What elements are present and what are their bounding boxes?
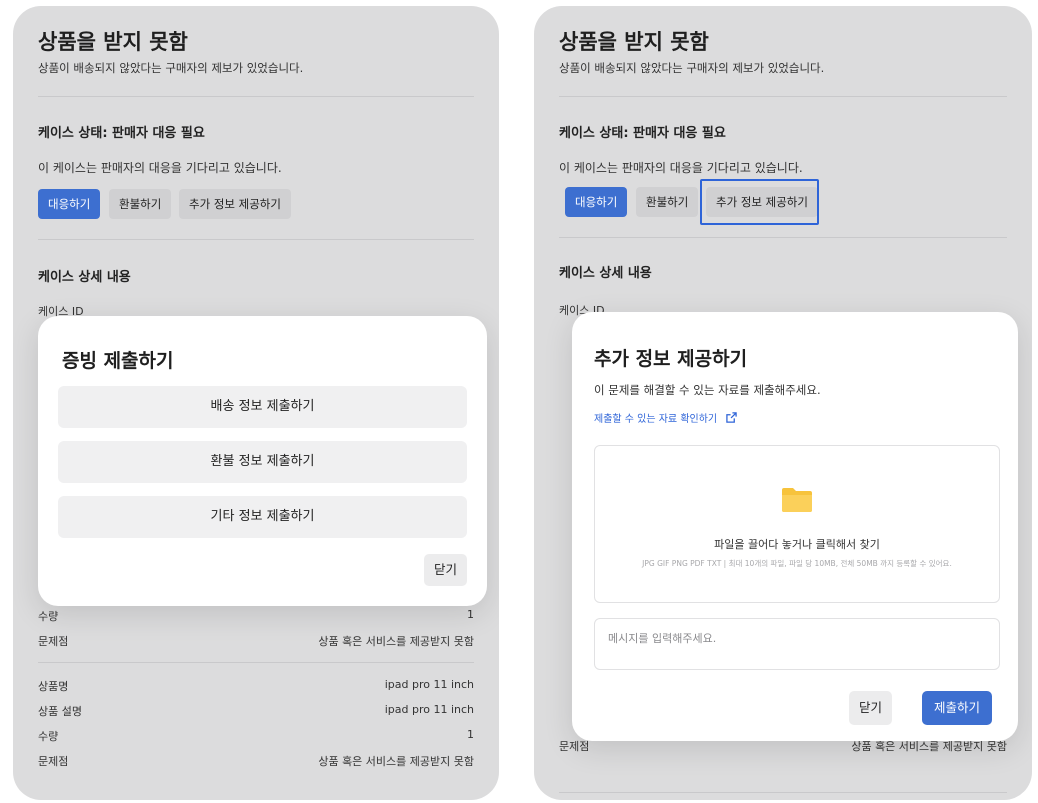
divider: [38, 239, 474, 240]
case-status-text: 이 케이스는 판매자의 대응을 기다리고 있습니다.: [559, 161, 803, 175]
submit-refund-info-button[interactable]: 환불 정보 제출하기: [58, 441, 467, 483]
page-subtitle: 상품이 배송되지 않았다는 구매자의 제보가 있었습니다.: [38, 61, 304, 75]
detail-row: 수량 1: [38, 608, 474, 624]
more-info-button[interactable]: 추가 정보 제공하기: [179, 189, 291, 219]
divider: [559, 96, 1007, 97]
message-placeholder: 메시지를 입력해주세요.: [608, 632, 717, 645]
detail-value: 상품 혹은 서비스를 제공받지 못함: [318, 635, 474, 648]
detail-label: 문제점: [559, 740, 590, 753]
refund-button[interactable]: 환불하기: [109, 189, 172, 219]
page-title: 상품을 받지 못함: [559, 30, 709, 54]
divider: [38, 96, 474, 97]
detail-row: 상품명 ipad pro 11 inch: [38, 678, 474, 694]
dropzone-hint: JPG GIF PNG PDF TXT | 최대 10개의 파일, 파일 당 1…: [642, 559, 952, 568]
case-details-heading: 케이스 상세 내용: [38, 270, 131, 285]
page-subtitle: 상품이 배송되지 않았다는 구매자의 제보가 있었습니다.: [559, 61, 825, 75]
dropzone-label: 파일을 끌어다 놓거나 클릭해서 찾기: [714, 538, 880, 551]
detail-label: 문제점: [38, 635, 69, 648]
additional-info-modal: 추가 정보 제공하기 이 문제를 해결할 수 있는 자료를 제출해주세요. 제출…: [572, 312, 1018, 741]
detail-row: 문제점 상품 혹은 서비스를 제공받지 못함: [38, 633, 474, 649]
left-case-panel: 상품을 받지 못함 상품이 배송되지 않았다는 구매자의 제보가 있었습니다. …: [13, 6, 499, 800]
submittable-materials-link[interactable]: 제출할 수 있는 자료 확인하기: [594, 410, 738, 425]
page-title: 상품을 받지 못함: [38, 30, 188, 54]
detail-label: 상품 설명: [38, 705, 82, 718]
external-link-icon: [726, 412, 738, 423]
submit-other-info-button[interactable]: 기타 정보 제출하기: [58, 496, 467, 538]
detail-label: 수량: [38, 730, 59, 743]
respond-button[interactable]: 대응하기: [565, 187, 628, 217]
selected-button-highlight: [700, 179, 819, 225]
divider: [38, 662, 474, 663]
case-status-text: 이 케이스는 판매자의 대응을 기다리고 있습니다.: [38, 161, 282, 175]
modal-description: 이 문제를 해결할 수 있는 자료를 제출해주세요.: [594, 383, 821, 397]
detail-value: 1: [467, 608, 474, 621]
divider: [559, 792, 1007, 793]
case-details-heading: 케이스 상세 내용: [559, 266, 652, 281]
link-label: 제출할 수 있는 자료 확인하기: [594, 414, 718, 425]
detail-value: ipad pro 11 inch: [384, 703, 474, 716]
case-status-heading: 케이스 상태: 판매자 대응 필요: [559, 126, 726, 141]
respond-button[interactable]: 대응하기: [38, 189, 101, 219]
right-case-panel: 상품을 받지 못함 상품이 배송되지 않았다는 구매자의 제보가 있었습니다. …: [534, 6, 1032, 800]
detail-label: 상품명: [38, 680, 69, 693]
detail-label: 문제점: [38, 755, 69, 768]
refund-button[interactable]: 환불하기: [636, 187, 699, 217]
file-dropzone[interactable]: 파일을 끌어다 놓거나 클릭해서 찾기 JPG GIF PNG PDF TXT …: [594, 445, 1000, 603]
submit-shipping-info-button[interactable]: 배송 정보 제출하기: [58, 386, 467, 428]
case-status-heading: 케이스 상태: 판매자 대응 필요: [38, 126, 205, 141]
detail-row: 상품 설명 ipad pro 11 inch: [38, 703, 474, 719]
divider: [559, 237, 1007, 238]
detail-row: 수량 1: [38, 728, 474, 744]
detail-value: ipad pro 11 inch: [384, 678, 474, 691]
detail-value: 상품 혹은 서비스를 제공받지 못함: [318, 755, 474, 768]
modal-title: 증빙 제출하기: [62, 350, 174, 372]
close-button[interactable]: 닫기: [849, 691, 893, 725]
submit-button[interactable]: 제출하기: [922, 691, 993, 725]
detail-row: 문제점 상품 혹은 서비스를 제공받지 못함: [38, 753, 474, 769]
modal-title: 추가 정보 제공하기: [594, 348, 748, 370]
detail-label: 수량: [38, 610, 59, 623]
close-button[interactable]: 닫기: [423, 554, 467, 586]
folder-icon: [782, 488, 812, 512]
detail-value: 1: [467, 728, 474, 741]
message-input[interactable]: 메시지를 입력해주세요.: [594, 618, 1000, 670]
evidence-submit-modal: 증빙 제출하기 배송 정보 제출하기 환불 정보 제출하기 기타 정보 제출하기…: [38, 316, 487, 606]
